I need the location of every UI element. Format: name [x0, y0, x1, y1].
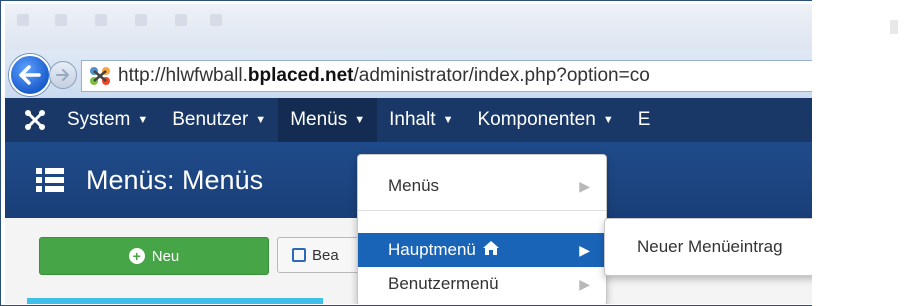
joomla-logo-icon[interactable]: [15, 98, 55, 142]
toolbar-ghost-icon: [175, 14, 187, 26]
menus-dropdown: Menüs ▶ Hauptmenü ▶ Benutzermenü ▶: [357, 154, 607, 304]
plus-circle-icon: +: [128, 248, 145, 264]
corner-mark-icon: [890, 20, 898, 34]
nav-item-erweiterungen[interactable]: E: [626, 98, 663, 142]
nav-item-benutzer[interactable]: Benutzer ▼: [160, 98, 278, 142]
dropdown-item-label: Hauptmenü: [388, 240, 476, 259]
screenshot-area: http://hlwfwball.bplaced.net/administrat…: [5, 4, 812, 304]
nav-item-label: Benutzer: [172, 109, 249, 130]
back-button[interactable]: [9, 54, 51, 96]
dropdown-item-menues[interactable]: Menüs ▶: [358, 169, 606, 203]
url-domain: bplaced.net: [247, 65, 354, 86]
admin-navbar: System ▼ Benutzer ▼ Menüs ▼ Inhalt ▼ Kompone…: [5, 98, 812, 142]
caret-down-icon: ▼: [354, 114, 366, 126]
submenu-item-label: Neuer Menüeintrag: [637, 237, 783, 256]
dropdown-divider: [358, 210, 606, 211]
nav-item-system[interactable]: System ▼: [55, 98, 160, 142]
url-text: http://hlwfwball.bplaced.net/administrat…: [118, 65, 650, 87]
toolbar-ghost-icon: [210, 14, 222, 26]
url-prefix: http://hlwfwball.: [118, 65, 248, 86]
forward-button[interactable]: [49, 61, 77, 89]
nav-item-label: System: [67, 109, 131, 130]
caret-down-icon: ▼: [255, 114, 267, 126]
caret-down-icon: ▼: [602, 114, 614, 126]
submenu-new-menu-item[interactable]: Neuer Menüeintrag: [604, 218, 812, 276]
joomla-favicon-icon: [88, 65, 112, 87]
toolbar-ghost-icon: [55, 14, 67, 26]
caret-down-icon: ▼: [442, 114, 454, 126]
chevron-right-icon: ▶: [579, 177, 590, 194]
caret-down-icon: ▼: [137, 114, 149, 126]
new-button-label: Neu: [151, 247, 180, 265]
dropdown-item-label: Menüs: [388, 176, 440, 195]
nav-item-label: Menüs: [290, 109, 348, 130]
nav-item-label: Inhalt: [389, 109, 436, 130]
edit-icon: [292, 248, 306, 262]
dropdown-item-label: Benutzermenü: [388, 274, 499, 293]
forward-arrow-icon: [56, 69, 69, 81]
browser-top-toolbar: [5, 4, 812, 50]
nav-item-inhalt[interactable]: Inhalt ▼: [377, 98, 465, 142]
nav-item-menues[interactable]: Menüs ▼: [278, 98, 378, 142]
chevron-right-icon: ▶: [579, 241, 590, 258]
nav-item-komponenten[interactable]: Komponenten ▼: [465, 98, 625, 142]
dropdown-item-benutzermenue[interactable]: Benutzermenü ▶: [358, 267, 606, 301]
edit-button-label: Bea: [312, 246, 339, 264]
url-field[interactable]: http://hlwfwball.bplaced.net/administrat…: [81, 60, 812, 92]
home-icon: [482, 240, 500, 261]
blank-margin: [812, 0, 904, 306]
nav-item-label: E: [637, 109, 651, 130]
edit-button[interactable]: Bea: [277, 237, 367, 273]
back-arrow-icon: [19, 65, 41, 85]
dropdown-item-hauptmenue[interactable]: Hauptmenü ▶: [358, 233, 606, 267]
list-icon: [36, 167, 64, 193]
nav-item-label: Komponenten: [477, 109, 596, 130]
info-strip: [27, 298, 323, 304]
page-title: Menüs: Menüs: [86, 164, 264, 195]
new-button[interactable]: + Neu: [39, 237, 269, 275]
url-suffix: /administrator/index.php?option=co: [353, 65, 650, 86]
toolbar-ghost-icon: [135, 14, 147, 26]
chevron-right-icon: ▶: [579, 275, 590, 292]
toolbar-ghost-icon: [17, 14, 29, 26]
toolbar-ghost-icon: [95, 14, 107, 26]
